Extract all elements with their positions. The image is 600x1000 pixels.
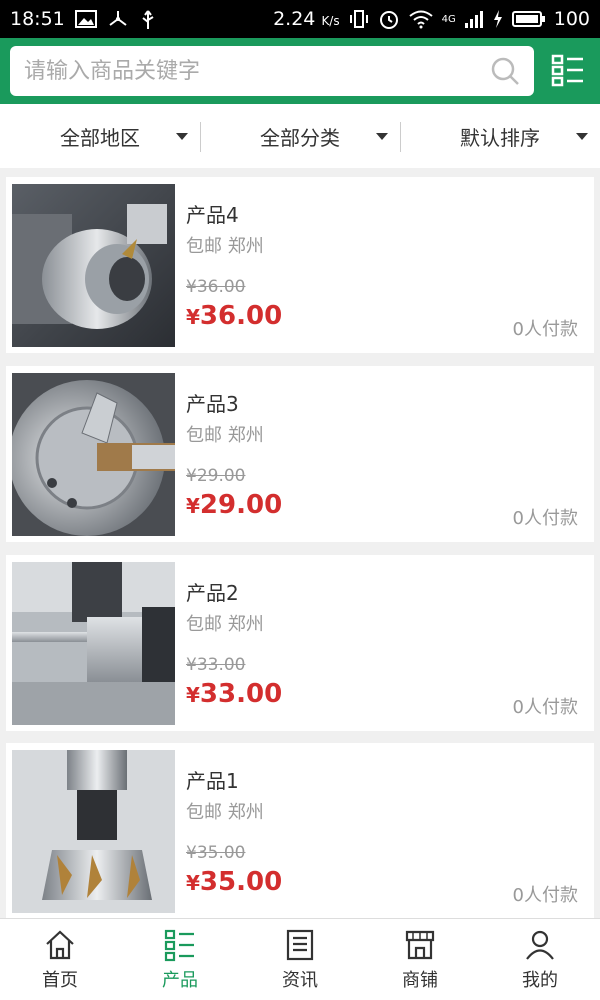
filter-category[interactable]: 全部分类 bbox=[200, 104, 400, 168]
caret-down-icon bbox=[376, 133, 388, 140]
product-image[interactable] bbox=[12, 184, 175, 347]
caret-down-icon bbox=[576, 133, 588, 140]
product-price: ¥36.00 bbox=[186, 301, 283, 331]
product-original-price: ¥35.00 bbox=[186, 843, 246, 863]
product-shipping-location: 包邮 郑州 bbox=[186, 802, 264, 823]
image-icon bbox=[74, 10, 97, 28]
tab-shop[interactable]: 商铺 bbox=[360, 919, 480, 1000]
product-title: 产品1 bbox=[186, 769, 239, 793]
product-card[interactable]: 产品2 包邮 郑州 ¥33.00 ¥33.00 0人付款 bbox=[6, 555, 594, 731]
product-shipping-location: 包邮 郑州 bbox=[186, 236, 264, 257]
network-speed: 2.24 K/s bbox=[273, 8, 340, 30]
signal-icon bbox=[464, 11, 483, 28]
tab-news[interactable]: 资讯 bbox=[240, 919, 360, 1000]
product-shipping-location: 包邮 郑州 bbox=[186, 425, 264, 446]
product-card[interactable]: 产品4 包邮 郑州 ¥36.00 ¥36.00 0人付款 bbox=[6, 177, 594, 353]
product-sales-count: 0人付款 bbox=[512, 885, 578, 906]
product-shipping-location: 包邮 郑州 bbox=[186, 614, 264, 635]
status-bar: 18:51 2.24 K/s 4G 100 bbox=[0, 0, 600, 38]
home-icon bbox=[46, 930, 74, 959]
list-view-icon[interactable] bbox=[550, 52, 586, 88]
header bbox=[0, 38, 600, 104]
charging-icon bbox=[493, 10, 502, 28]
product-card[interactable]: 产品3 包邮 郑州 ¥29.00 ¥29.00 0人付款 bbox=[6, 366, 594, 542]
product-original-price: ¥36.00 bbox=[186, 277, 246, 297]
product-price: ¥33.00 bbox=[186, 679, 283, 709]
tab-me[interactable]: 我的 bbox=[480, 919, 600, 1000]
usb-icon bbox=[142, 10, 154, 29]
tab-label: 我的 bbox=[522, 969, 558, 991]
search-box[interactable] bbox=[10, 46, 534, 96]
product-card[interactable]: 产品1 包邮 郑州 ¥35.00 ¥35.00 0人付款 bbox=[6, 743, 594, 919]
product-original-price: ¥33.00 bbox=[186, 655, 246, 675]
caret-down-icon bbox=[176, 133, 188, 140]
tab-home[interactable]: 首页 bbox=[0, 919, 120, 1000]
vibrate-icon bbox=[349, 10, 368, 28]
share-icon bbox=[109, 11, 127, 26]
filter-label: 全部分类 bbox=[260, 125, 340, 150]
product-price: ¥29.00 bbox=[186, 490, 283, 520]
product-image[interactable] bbox=[12, 373, 175, 536]
tab-label: 首页 bbox=[42, 969, 78, 991]
filter-sort[interactable]: 默认排序 bbox=[400, 104, 600, 168]
filter-region[interactable]: 全部地区 bbox=[0, 104, 200, 168]
product-list-icon bbox=[164, 929, 194, 961]
user-icon bbox=[526, 930, 554, 960]
filter-bar: 全部地区 全部分类 默认排序 bbox=[0, 104, 600, 168]
shop-icon bbox=[405, 930, 435, 959]
filter-label: 全部地区 bbox=[60, 125, 140, 150]
product-title: 产品4 bbox=[186, 203, 239, 227]
product-title: 产品3 bbox=[186, 392, 239, 416]
tab-label: 商铺 bbox=[402, 969, 438, 991]
wifi-icon bbox=[408, 10, 433, 29]
product-sales-count: 0人付款 bbox=[512, 697, 578, 718]
news-icon bbox=[286, 929, 314, 960]
bottom-tab-bar: 首页 产品 资讯 商铺 我的 bbox=[0, 918, 600, 1000]
product-original-price: ¥29.00 bbox=[186, 466, 246, 486]
status-time: 18:51 bbox=[10, 8, 65, 30]
product-price: ¥35.00 bbox=[186, 867, 283, 897]
product-sales-count: 0人付款 bbox=[512, 508, 578, 529]
product-sales-count: 0人付款 bbox=[512, 319, 578, 340]
battery-level: 100 bbox=[553, 8, 590, 30]
network-type: 4G bbox=[441, 13, 456, 25]
tab-label: 产品 bbox=[162, 969, 198, 991]
tab-label: 资讯 bbox=[282, 969, 318, 991]
search-icon[interactable] bbox=[490, 56, 520, 86]
alarm-icon bbox=[379, 11, 398, 29]
product-image[interactable] bbox=[12, 750, 175, 913]
product-image[interactable] bbox=[12, 562, 175, 725]
search-input[interactable] bbox=[24, 58, 490, 84]
filter-label: 默认排序 bbox=[460, 125, 540, 150]
tab-products[interactable]: 产品 bbox=[120, 919, 240, 1000]
product-title: 产品2 bbox=[186, 581, 239, 605]
battery-icon bbox=[511, 11, 545, 27]
